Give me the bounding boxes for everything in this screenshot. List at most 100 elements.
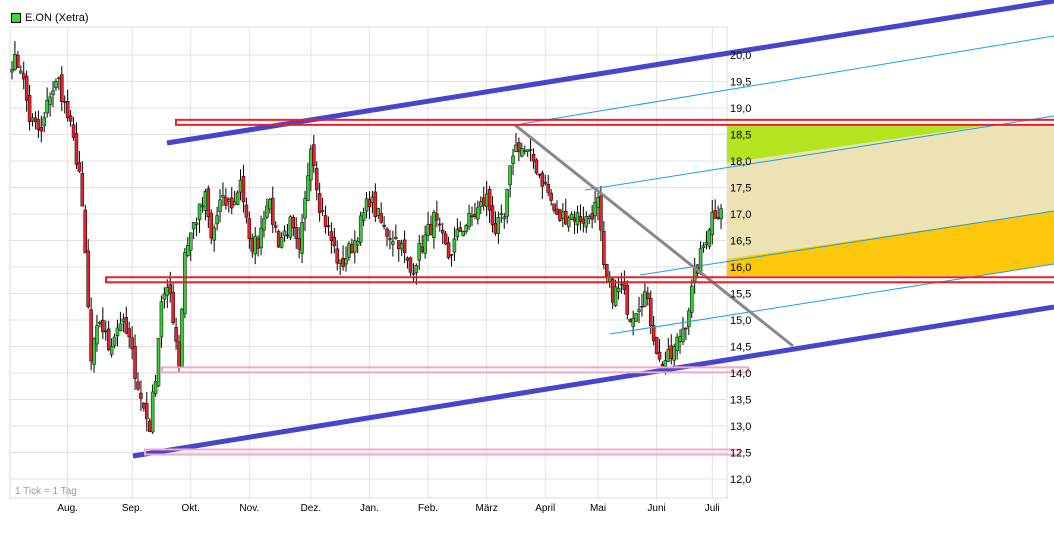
- candle-body: [285, 234, 290, 237]
- candle-body: [666, 349, 671, 362]
- candle-body: [68, 115, 73, 122]
- candle-body: [499, 213, 504, 215]
- candle-body: [701, 245, 706, 248]
- candle-body: [440, 229, 445, 234]
- candle-body: [596, 197, 600, 208]
- candle-body: [92, 338, 96, 365]
- candle-body: [350, 244, 354, 254]
- candle-body: [581, 218, 586, 224]
- candle-body: [637, 309, 641, 312]
- candle-body: [391, 241, 395, 245]
- candle-body: [206, 188, 211, 218]
- candle-body: [312, 144, 316, 166]
- candle-body: [168, 284, 172, 294]
- candle-body: [74, 133, 79, 165]
- candle-body: [109, 346, 114, 355]
- candle-body: [470, 215, 474, 218]
- x-month-label: Aug.: [57, 503, 78, 514]
- candle-body: [566, 217, 571, 228]
- candle-body: [484, 193, 489, 207]
- candle-body: [405, 257, 410, 261]
- candle-body: [353, 240, 357, 253]
- candle-body: [382, 224, 386, 227]
- candle-body: [36, 119, 41, 130]
- candle-body: [95, 325, 99, 345]
- candle-body: [537, 173, 542, 176]
- candle-body: [188, 232, 193, 251]
- candle-body: [262, 218, 266, 231]
- candle-body: [303, 198, 307, 219]
- candle-body: [235, 192, 240, 205]
- candle-body: [121, 318, 126, 323]
- candle-body: [221, 194, 225, 198]
- candle-body: [13, 54, 17, 71]
- candle-body: [51, 90, 55, 95]
- candle-body: [344, 258, 348, 265]
- candle-body: [479, 201, 483, 208]
- candle-body: [385, 228, 389, 237]
- candle-body: [643, 291, 647, 307]
- candle-body: [279, 237, 284, 248]
- candle-body: [446, 242, 451, 259]
- candle-body: [16, 54, 20, 68]
- y-tick-label: 14,5: [730, 342, 751, 354]
- candle-body: [127, 328, 131, 338]
- candle-body: [98, 322, 102, 324]
- candle-body: [684, 327, 688, 330]
- candle-body: [218, 199, 222, 213]
- candle-body: [490, 205, 495, 226]
- candle-body: [133, 346, 137, 379]
- candle-body: [145, 403, 149, 419]
- candle-body: [19, 70, 23, 74]
- candle-body: [443, 233, 448, 245]
- candle-body: [698, 248, 703, 274]
- candle-body: [408, 257, 413, 273]
- candle-body: [487, 189, 492, 211]
- y-tick-label: 12,0: [730, 474, 751, 486]
- candle-body: [651, 325, 656, 342]
- x-month-label: Feb.: [418, 503, 438, 514]
- y-tick-label: 14,0: [730, 368, 751, 380]
- candle-body: [549, 192, 553, 201]
- candle-body: [669, 345, 673, 359]
- candle-body: [112, 336, 117, 346]
- candle-body: [411, 273, 416, 275]
- x-month-label: Juli: [705, 503, 720, 514]
- candle-body: [60, 74, 64, 102]
- candle-body: [273, 225, 278, 228]
- y-tick-label: 18,5: [730, 130, 751, 142]
- candle-body: [663, 360, 668, 367]
- candle-body: [704, 241, 709, 245]
- candle-body: [186, 245, 190, 256]
- candles: [10, 41, 723, 434]
- resistance-line-lower: [105, 276, 1054, 284]
- candle-body: [520, 148, 524, 157]
- candle-body: [230, 197, 234, 209]
- candle-body: [335, 248, 339, 264]
- candle-body: [505, 189, 509, 217]
- candle-body: [370, 196, 375, 203]
- candle-body: [65, 101, 70, 119]
- y-tick-label: 12,5: [730, 448, 751, 460]
- candle-body: [602, 230, 606, 265]
- candle-body: [27, 95, 32, 123]
- candle-body: [461, 231, 465, 237]
- candle-body: [394, 236, 398, 240]
- candle-body: [657, 351, 662, 360]
- candle-body: [417, 243, 422, 261]
- candle-body: [306, 175, 310, 202]
- candle-body: [212, 227, 216, 241]
- candle-body: [455, 229, 460, 238]
- candle-body: [224, 197, 228, 206]
- candle-body: [300, 222, 304, 254]
- candle-body: [607, 277, 612, 282]
- candle-body: [593, 202, 597, 217]
- candle-body: [54, 80, 58, 89]
- candle-body: [45, 100, 49, 114]
- candle-body: [558, 209, 562, 221]
- candle-body: [364, 198, 369, 212]
- y-tick-label: 13,0: [730, 421, 751, 433]
- candle-body: [493, 223, 498, 234]
- candle-body: [502, 216, 506, 220]
- x-month-label: Juni: [647, 503, 665, 514]
